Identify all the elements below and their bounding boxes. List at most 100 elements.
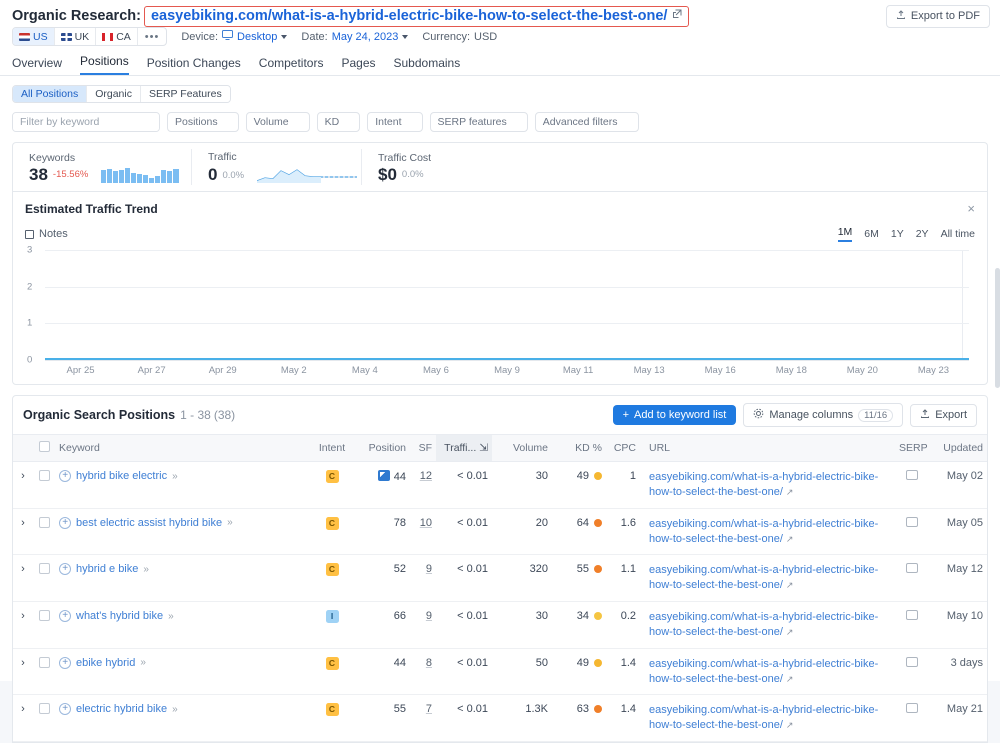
tab-positions[interactable]: Positions [80,54,129,75]
th-volume[interactable]: Volume [492,434,552,462]
serp-cell[interactable] [895,508,929,556]
row-expand-button[interactable]: › [13,601,33,649]
row-checkbox[interactable] [38,656,50,668]
row-checkbox-cell[interactable] [33,461,55,509]
keyword-expand-icon[interactable]: » [140,657,146,668]
keyword-cell[interactable]: + electric hybrid bike » [55,694,310,743]
serp-preview-icon[interactable] [906,470,918,480]
range-1y[interactable]: 1Y [891,228,904,240]
row-expand-button[interactable]: › [13,461,33,509]
row-checkbox[interactable] [38,563,50,575]
pill-all-positions[interactable]: All Positions [13,86,88,102]
row-checkbox-cell[interactable] [33,508,55,556]
serp-cell[interactable] [895,648,929,696]
intent-cell[interactable]: C [310,694,354,743]
keyword-link[interactable]: what's hybrid bike [76,610,163,622]
country-us[interactable]: US [13,28,55,45]
th-intent[interactable]: Intent [310,434,354,462]
sf-value[interactable]: 10 [420,517,432,529]
row-checkbox[interactable] [38,610,50,622]
sf-cell[interactable]: 9 [410,554,436,603]
tab-competitors[interactable]: Competitors [259,56,324,75]
th-position[interactable]: Position [354,434,410,462]
table-row[interactable]: › + electric hybrid bike » C 55 7 < 0.01 1.3K 63 1… [13,694,987,743]
row-expand-button[interactable]: › [13,508,33,556]
keyword-expand-icon[interactable]: » [172,471,178,482]
th-url[interactable]: URL [640,434,895,462]
url-cell[interactable]: easyebiking.com/what-is-a-hybrid-electri… [640,601,895,649]
keyword-cell[interactable]: + best electric assist hybrid bike » [55,508,310,556]
device-value[interactable]: Desktop [237,31,277,43]
row-checkbox-cell[interactable] [33,554,55,603]
external-link-icon[interactable]: ↗ [786,487,794,497]
keyword-link[interactable]: electric hybrid bike [76,703,167,715]
intent-cell[interactable]: C [310,648,354,696]
th-serp[interactable]: SERP [895,434,929,462]
serp-cell[interactable] [895,601,929,649]
pill-serp-features[interactable]: SERP Features [140,86,230,102]
tab-overview[interactable]: Overview [12,56,62,75]
th-sf[interactable]: SF [410,434,436,462]
intent-cell[interactable]: C [310,554,354,603]
keyword-expand-icon[interactable]: » [227,517,233,528]
range-all-time[interactable]: All time [941,228,975,240]
sf-cell[interactable]: 8 [410,648,436,696]
country-uk[interactable]: UK [54,28,97,45]
export-to-pdf-button[interactable]: Export to PDF [885,4,990,28]
export-button[interactable]: Export [910,403,977,427]
sf-value[interactable]: 8 [426,657,432,669]
manage-columns-button[interactable]: Manage columns 11/16 [743,403,904,427]
sf-cell[interactable]: 7 [410,694,436,743]
chevron-down-icon[interactable] [402,34,409,39]
serp-cell[interactable] [895,694,929,743]
sort-icon[interactable]: ⇲ [479,442,488,454]
table-row[interactable]: › + what's hybrid bike » I 66 9 < 0.01 30 34 0.2 ea… [13,601,987,649]
range-6m[interactable]: 6M [864,228,879,240]
page-scrollbar[interactable] [995,268,1000,388]
sf-value[interactable]: 9 [426,563,432,575]
filter-volume[interactable]: Volume [245,112,310,132]
url-cell[interactable]: easyebiking.com/what-is-a-hybrid-electri… [640,554,895,603]
sf-cell[interactable]: 9 [410,601,436,649]
keyword-cell[interactable]: + hybrid bike electric » [55,461,310,509]
url-cell[interactable]: easyebiking.com/what-is-a-hybrid-electri… [640,648,895,696]
intent-cell[interactable]: C [310,461,354,509]
th-cpc[interactable]: CPC [606,434,640,462]
select-all-checkbox[interactable] [38,441,50,452]
external-link-icon[interactable] [672,9,682,22]
device-filter[interactable]: Device: Desktop [181,30,288,43]
row-checkbox[interactable] [38,703,50,715]
row-checkbox-cell[interactable] [33,694,55,743]
add-keyword-icon[interactable]: + [59,516,71,529]
serp-preview-icon[interactable] [906,563,918,574]
country-selector[interactable]: US UK CA ••• [12,27,168,46]
th-kd[interactable]: KD % [552,434,606,462]
external-link-icon[interactable]: ↗ [786,674,794,684]
chevron-down-icon[interactable] [281,34,288,39]
keyword-expand-icon[interactable]: » [168,611,174,622]
row-checkbox-cell[interactable] [33,601,55,649]
add-to-keyword-list-button[interactable]: + Add to keyword list [612,405,737,425]
filter-advanced[interactable]: Advanced filters [534,112,639,132]
add-keyword-icon[interactable]: + [59,656,71,669]
range-2y[interactable]: 2Y [916,228,929,240]
filter-serp-features[interactable]: SERP features [429,112,528,132]
url-link[interactable]: easyebiking.com/what-is-a-hybrid-electri… [649,564,878,591]
th-select-all[interactable] [33,434,55,462]
external-link-icon[interactable]: ↗ [786,534,794,544]
url-link[interactable]: easyebiking.com/what-is-a-hybrid-electri… [649,611,878,638]
keyword-cell[interactable]: + what's hybrid bike » [55,601,310,649]
keyword-link[interactable]: best electric assist hybrid bike [76,517,222,529]
external-link-icon[interactable]: ↗ [786,580,794,590]
keyword-search[interactable] [12,112,160,132]
row-checkbox[interactable] [38,470,50,481]
row-expand-button[interactable]: › [13,554,33,603]
row-expand-button[interactable]: › [13,648,33,696]
sf-value[interactable]: 7 [426,703,432,715]
date-filter[interactable]: Date: May 24, 2023 [301,31,409,43]
keyword-expand-icon[interactable]: » [143,564,149,575]
serp-preview-icon[interactable] [906,703,918,714]
tab-pages[interactable]: Pages [341,56,375,75]
pill-organic[interactable]: Organic [87,86,141,102]
sf-cell[interactable]: 10 [410,508,436,556]
